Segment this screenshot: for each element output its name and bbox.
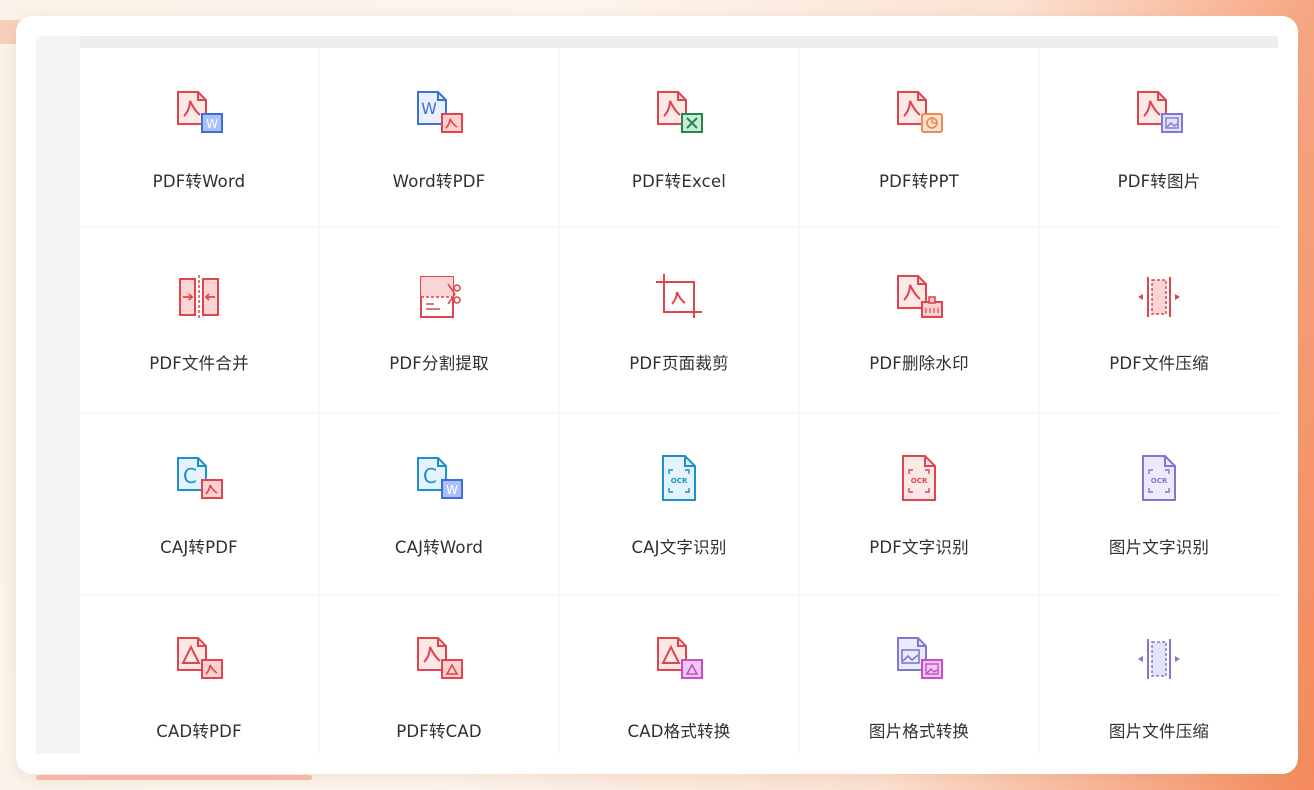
svg-text:C: C xyxy=(423,464,437,488)
tool-label: CAJ转Word xyxy=(394,538,484,557)
cad-convert-icon xyxy=(657,637,703,679)
tool-cad-to-pdf[interactable]: CAD转PDF xyxy=(80,596,318,760)
tool-pdf-to-image[interactable]: PDF转图片 xyxy=(1040,48,1278,226)
tool-pdf-merge[interactable]: PDF文件合并 xyxy=(80,228,318,412)
tool-label: PDF页面裁剪 xyxy=(629,354,729,373)
caj-to-pdf-icon: C xyxy=(177,457,223,499)
caj-ocr-icon: OCR xyxy=(662,455,696,501)
svg-text:OCR: OCR xyxy=(1151,477,1168,485)
tool-label: PDF转CAD xyxy=(396,722,482,741)
word-to-pdf-icon: W xyxy=(417,91,463,133)
pdf-split-icon xyxy=(420,276,461,318)
tool-label: PDF转图片 xyxy=(1117,172,1201,191)
pdf-to-excel-icon xyxy=(657,91,703,133)
tool-label: Word转PDF xyxy=(392,172,486,191)
svg-text:OCR: OCR xyxy=(911,477,928,485)
pdf-merge-icon xyxy=(179,275,219,319)
svg-text:W: W xyxy=(206,117,218,131)
tool-pdf-remove-watermark[interactable]: PDF删除水印 xyxy=(800,228,1038,412)
tool-label: PDF转Word xyxy=(152,172,246,191)
tool-label: PDF转PPT xyxy=(878,172,960,191)
image-ocr-icon: OCR xyxy=(1142,455,1176,501)
tool-label: CAJ转PDF xyxy=(160,538,238,557)
tool-label: PDF转Excel xyxy=(631,172,727,191)
pdf-to-word-icon: W xyxy=(177,91,223,133)
tool-cad-convert[interactable]: CAD格式转换 xyxy=(560,596,798,760)
tool-caj-ocr[interactable]: OCR CAJ文字识别 xyxy=(560,414,798,594)
tool-label: 图片文件压缩 xyxy=(1108,722,1210,741)
tool-label: PDF文件合并 xyxy=(149,354,249,373)
tools-panel: W PDF转Word W Word转PDF PDF转Excel PDF转PPT … xyxy=(16,16,1298,774)
tool-image-compress[interactable]: 图片文件压缩 xyxy=(1040,596,1278,760)
pdf-crop-icon xyxy=(656,274,702,318)
tool-label: PDF文件压缩 xyxy=(1109,354,1209,373)
image-compress-icon xyxy=(1138,639,1180,679)
tool-caj-to-word[interactable]: C W CAJ转Word xyxy=(320,414,558,594)
svg-text:C: C xyxy=(183,464,197,488)
pdf-ocr-icon: OCR xyxy=(902,455,936,501)
svg-text:W: W xyxy=(421,99,437,118)
horizontal-scrollbar[interactable] xyxy=(36,775,312,780)
tool-pdf-crop[interactable]: PDF页面裁剪 xyxy=(560,228,798,412)
tool-label: CAD格式转换 xyxy=(627,722,731,741)
tool-pdf-to-cad[interactable]: PDF转CAD xyxy=(320,596,558,760)
tools-grid: W PDF转Word W Word转PDF PDF转Excel PDF转PPT … xyxy=(80,48,1278,760)
image-convert-icon xyxy=(897,637,943,679)
tool-pdf-to-ppt[interactable]: PDF转PPT xyxy=(800,48,1038,226)
cad-to-pdf-icon xyxy=(177,637,223,679)
tool-caj-to-pdf[interactable]: C CAJ转PDF xyxy=(80,414,318,594)
pdf-remove-watermark-icon xyxy=(897,275,943,318)
tool-pdf-ocr[interactable]: OCR PDF文字识别 xyxy=(800,414,1038,594)
tool-pdf-to-excel[interactable]: PDF转Excel xyxy=(560,48,798,226)
pdf-compress-icon xyxy=(1138,277,1180,317)
tool-image-convert[interactable]: 图片格式转换 xyxy=(800,596,1038,760)
pdf-to-ppt-icon xyxy=(897,91,943,133)
tool-label: CAJ文字识别 xyxy=(631,538,727,557)
tool-label: 图片文字识别 xyxy=(1108,538,1210,557)
tool-label: CAD转PDF xyxy=(156,722,242,741)
panel-top-strip xyxy=(36,36,1278,48)
panel-left-strip xyxy=(36,36,80,754)
svg-text:OCR: OCR xyxy=(671,477,688,485)
pdf-to-image-icon xyxy=(1137,91,1183,133)
tool-pdf-to-word[interactable]: W PDF转Word xyxy=(80,48,318,226)
tool-image-ocr[interactable]: OCR 图片文字识别 xyxy=(1040,414,1278,594)
tool-label: PDF分割提取 xyxy=(389,354,489,373)
svg-text:W: W xyxy=(446,483,458,497)
tool-label: PDF删除水印 xyxy=(869,354,969,373)
caj-to-word-icon: C W xyxy=(417,457,463,499)
tool-label: 图片格式转换 xyxy=(868,722,970,741)
pdf-to-cad-icon xyxy=(417,637,463,679)
tool-word-to-pdf[interactable]: W Word转PDF xyxy=(320,48,558,226)
tool-pdf-compress[interactable]: PDF文件压缩 xyxy=(1040,228,1278,412)
tool-pdf-split[interactable]: PDF分割提取 xyxy=(320,228,558,412)
tool-label: PDF文字识别 xyxy=(869,538,969,557)
